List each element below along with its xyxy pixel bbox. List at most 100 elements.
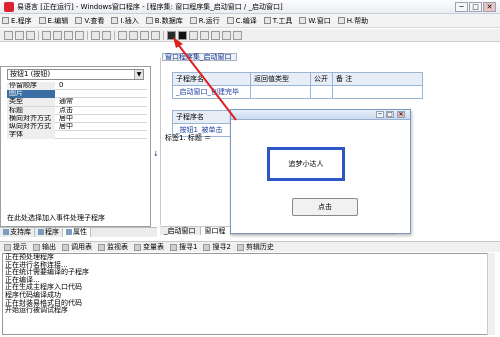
property-row[interactable]: 字体 (7, 131, 147, 140)
properties-icon (66, 229, 72, 235)
toolbar-separator (87, 31, 88, 40)
running-window[interactable]: ─ □ ✕ 追梦小达人 点击 (230, 109, 411, 234)
window-menu-icon (299, 17, 307, 24)
window-layout-icon[interactable] (151, 31, 160, 40)
menu-tools[interactable]: T.工具 (263, 16, 293, 26)
property-value[interactable] (57, 90, 145, 98)
copy-icon[interactable] (53, 31, 62, 40)
title-bar: 易语言 [正在运行] - Windows窗口程序 - [程序集: 窗口程序集_启… (0, 0, 500, 14)
stop-icon[interactable] (178, 31, 187, 40)
menu-program[interactable]: E.程序 (2, 16, 32, 26)
tab-support-library[interactable]: 支持库 (0, 228, 35, 237)
new-file-icon[interactable] (4, 31, 13, 40)
tab-call-table[interactable]: 调用表 (62, 242, 92, 252)
dialog-maximize-button[interactable]: □ (386, 111, 394, 118)
tab-search-2[interactable]: 搜寻2 (203, 242, 231, 252)
menu-label: I.插入 (120, 16, 139, 25)
program-set-tab[interactable]: 窗口程序集_启动窗口 (162, 53, 237, 61)
output-pane[interactable]: 正在预处理程序 正在进行名称连接... 正在统计需要编译的子程序 正在编译...… (2, 253, 494, 335)
tab-watch-table[interactable]: 监视表 (98, 242, 128, 252)
restore-button[interactable]: □ (469, 2, 482, 12)
table-cell[interactable] (310, 85, 333, 99)
property-value[interactable]: 居中 (57, 115, 145, 123)
output-line: 正在生成主程序入口代码 (5, 283, 82, 292)
step-out-icon[interactable] (211, 31, 220, 40)
property-value[interactable] (57, 131, 145, 139)
tab-start-window[interactable]: _启动窗口 (160, 227, 201, 235)
save-icon[interactable] (26, 31, 35, 40)
property-value[interactable]: 0 (57, 82, 145, 90)
cut-icon[interactable] (42, 31, 51, 40)
table-header: 返回值类型 (250, 72, 311, 86)
menu-label: V.查看 (84, 16, 105, 25)
property-row[interactable]: 停留顺序 0 (7, 82, 147, 91)
property-value[interactable]: 点击 (57, 107, 145, 115)
close-button[interactable]: ✕ (483, 2, 496, 12)
table-cell[interactable] (250, 85, 311, 99)
code-line[interactable]: 标签1. 标题 ＝ (165, 133, 211, 143)
menu-label: T.工具 (272, 16, 293, 25)
library-icon (3, 229, 9, 235)
menu-view[interactable]: V.查看 (75, 16, 104, 26)
watch-icon[interactable] (233, 31, 242, 40)
property-value[interactable]: 居中 (57, 123, 145, 131)
output-line: 正在统计需要编译的子程序 (5, 268, 89, 277)
property-row[interactable]: 横向对齐方式 居中 (7, 114, 147, 123)
open-file-icon[interactable] (15, 31, 24, 40)
menu-insert[interactable]: I.插入 (111, 16, 139, 26)
run-icon[interactable] (167, 31, 176, 40)
step-over-icon[interactable] (200, 31, 209, 40)
breakpoint-icon[interactable] (222, 31, 231, 40)
output-line: 正在预处理程序 (5, 253, 54, 261)
tab-program[interactable]: 程序 (35, 228, 63, 237)
property-row[interactable]: 类型 通常 (7, 98, 147, 107)
window-layout-icon[interactable] (129, 31, 138, 40)
step-icon[interactable] (189, 31, 198, 40)
tab-properties[interactable]: 属性 (63, 228, 91, 237)
dialog-close-button[interactable]: ✕ (397, 111, 405, 118)
window-layout-icon[interactable] (118, 31, 127, 40)
table-cell[interactable]: _启动窗口_创建完毕 (172, 85, 251, 99)
compile-menu-icon (226, 17, 234, 24)
property-row[interactable]: 图片 (7, 90, 147, 99)
tab-hint[interactable]: 提示 (4, 242, 27, 252)
tools-menu-icon (263, 17, 271, 24)
click-button[interactable]: 点击 (292, 198, 358, 216)
tab-output[interactable]: 输出 (33, 242, 56, 252)
chevron-down-icon[interactable]: ▼ (134, 70, 143, 79)
property-row[interactable]: 纵向对齐方式 居中 (7, 122, 147, 132)
menu-database[interactable]: B.数据库 (145, 16, 183, 26)
dialog-title-bar[interactable]: ─ □ ✕ (231, 110, 410, 120)
undo-icon[interactable] (91, 31, 100, 40)
window-layout-icon[interactable] (140, 31, 149, 40)
menu-compile[interactable]: C.编译 (226, 16, 257, 26)
tab-label: 变量表 (143, 243, 164, 251)
label-text: 追梦小达人 (267, 147, 345, 181)
property-value[interactable]: 通常 (57, 98, 145, 106)
tab-window-program[interactable]: 窗口程 (200, 227, 231, 235)
delete-icon[interactable] (75, 31, 84, 40)
property-table: 停留顺序 0 图片 类型 通常 标题 点击 横向对齐方式 居中 纵向对齐方式 居中 字体 (7, 82, 147, 140)
vertical-scrollbar[interactable] (487, 253, 495, 335)
menu-window[interactable]: W.窗口 (299, 16, 331, 26)
component-select[interactable]: 按钮1 (按钮) ▼ (7, 69, 144, 80)
menu-help[interactable]: H.帮助 (337, 16, 368, 26)
tab-variable-table[interactable]: 变量表 (134, 242, 164, 252)
redo-icon[interactable] (102, 31, 111, 40)
menu-run[interactable]: R.运行 (189, 16, 220, 26)
tab-clipboard-history[interactable]: 剪辑历史 (236, 242, 274, 252)
minimize-button[interactable]: ─ (455, 2, 468, 12)
table-header: 公开 (310, 72, 333, 86)
table-cell[interactable] (332, 85, 423, 99)
program-icon (38, 229, 44, 235)
property-row[interactable]: 标题 点击 (7, 106, 147, 115)
tab-search-1[interactable]: 搜寻1 (170, 242, 197, 252)
tab-label: 搜寻2 (212, 243, 231, 251)
menu-label: W.窗口 (308, 16, 331, 25)
toolbar (0, 29, 500, 42)
table-row[interactable]: _启动窗口_创建完毕 (172, 85, 423, 99)
paste-icon[interactable] (64, 31, 73, 40)
menu-edit[interactable]: E.编辑 (38, 16, 68, 26)
tab-label: 搜寻1 (179, 243, 198, 251)
dialog-minimize-button[interactable]: ─ (376, 111, 384, 118)
